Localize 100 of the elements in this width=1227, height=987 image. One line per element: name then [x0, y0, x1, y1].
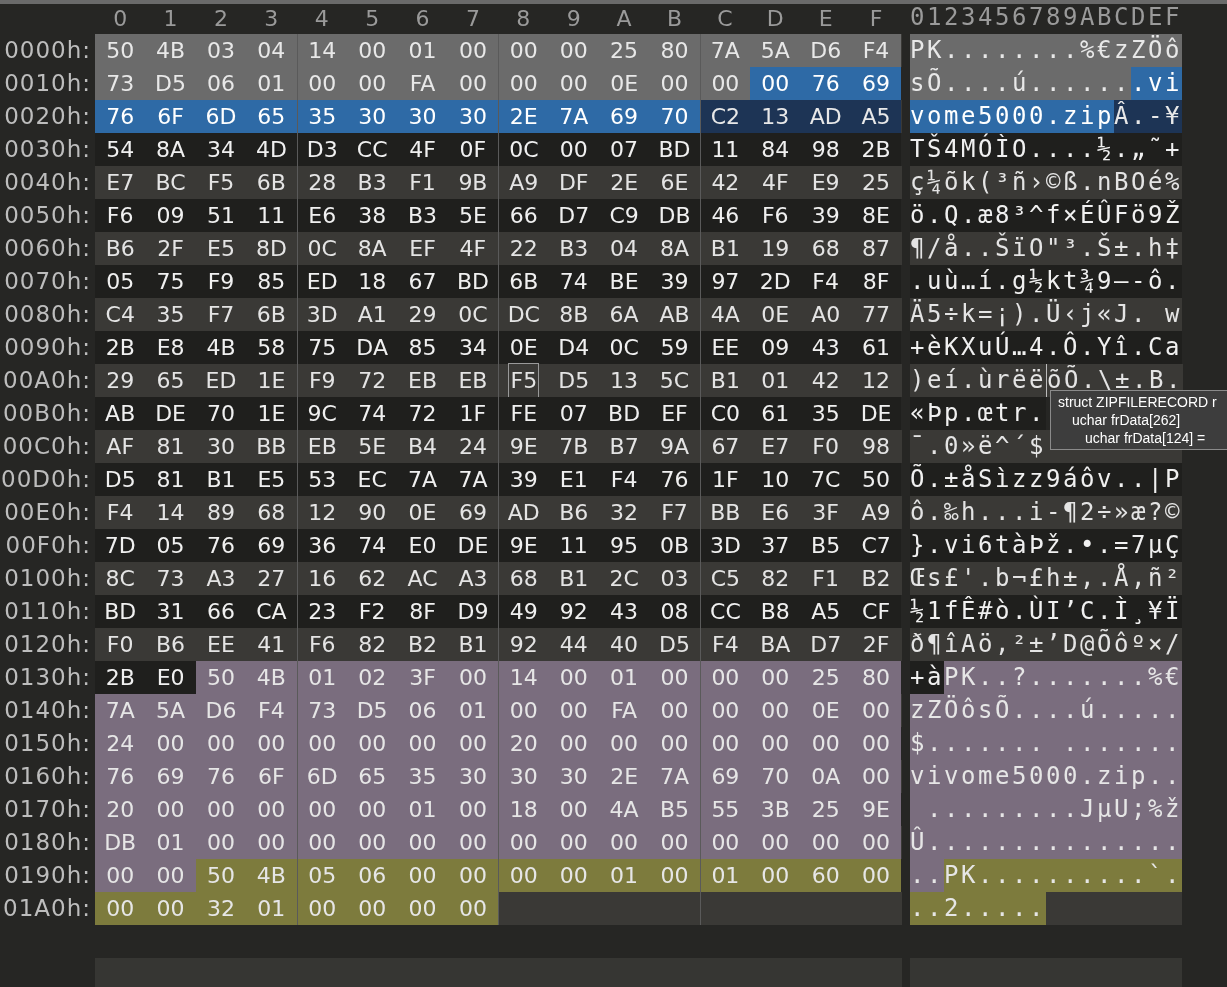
- hex-byte: 2E: [509, 103, 538, 131]
- hex-byte: 10: [761, 466, 790, 494]
- hex-byte: 06: [408, 697, 437, 725]
- hex-byte: 00: [660, 862, 689, 890]
- hex-byte: E0: [156, 664, 185, 692]
- hex-byte: AD: [507, 499, 540, 527]
- column-header: A: [616, 5, 632, 33]
- hex-byte: 04: [257, 37, 286, 65]
- hex-byte: 3F: [812, 499, 839, 527]
- hex-byte: A5: [861, 103, 891, 131]
- hex-byte: 76: [811, 70, 840, 98]
- hex-byte: 8B: [559, 301, 589, 329]
- hex-byte: 00: [559, 697, 588, 725]
- hex-byte: 85: [408, 334, 437, 362]
- hex-byte: 7A: [559, 103, 589, 131]
- hex-byte: D6: [205, 697, 237, 725]
- hex-byte: 2D: [759, 268, 791, 296]
- offset-label: 0090h:: [4, 333, 91, 362]
- hex-byte: AB: [659, 301, 690, 329]
- hex-byte: 30: [358, 103, 387, 131]
- hex-byte: 5E: [358, 433, 387, 461]
- hex-byte: 0E: [408, 499, 437, 527]
- hex-byte: 00: [761, 70, 790, 98]
- hex-byte: B7: [609, 433, 639, 461]
- hex-byte: 4F: [409, 136, 436, 164]
- hex-byte: 1F: [712, 466, 739, 494]
- hex-byte: A5: [811, 598, 841, 626]
- hex-byte: 70: [660, 103, 689, 131]
- hex-byte: 43: [811, 334, 840, 362]
- column-header: 1: [163, 5, 178, 33]
- hex-byte: 41: [257, 631, 286, 659]
- hex-byte: 38: [358, 202, 387, 230]
- hex-byte: D5: [104, 466, 136, 494]
- hex-byte: 50: [206, 664, 235, 692]
- hex-byte: 9E: [509, 532, 538, 560]
- hex-byte: 77: [862, 301, 891, 329]
- hex-byte: 00: [458, 37, 487, 65]
- hex-byte: 30: [408, 103, 437, 131]
- hex-byte: F9: [308, 367, 336, 395]
- hex-byte: 6B: [256, 169, 286, 197]
- hex-byte: 00: [761, 697, 790, 725]
- hex-byte: F6: [106, 202, 134, 230]
- column-header: 4: [314, 5, 329, 33]
- hex-byte: 0E: [811, 697, 840, 725]
- hex-byte: ED: [205, 367, 237, 395]
- hex-byte: F6: [308, 631, 336, 659]
- hex-byte: 32: [610, 499, 639, 527]
- offset-label: 0000h:: [4, 36, 91, 65]
- hex-byte: 35: [811, 400, 840, 428]
- hex-byte: 00: [458, 70, 487, 98]
- hex-byte: E6: [761, 499, 790, 527]
- hex-byte: 42: [711, 169, 740, 197]
- hex-byte: 20: [509, 730, 538, 758]
- hex-byte: F1: [409, 169, 436, 197]
- hex-byte: 00: [559, 829, 588, 857]
- hex-byte: D5: [659, 631, 690, 659]
- hex-byte: 4A: [710, 301, 740, 329]
- hex-byte: 5A: [760, 37, 790, 65]
- hex-byte: 00: [660, 70, 689, 98]
- hex-byte: 29: [408, 301, 437, 329]
- hex-byte: 00: [711, 664, 740, 692]
- hex-byte: F6: [761, 202, 789, 230]
- hex-byte: 85: [257, 268, 286, 296]
- hex-byte: 35: [156, 301, 185, 329]
- hex-byte: EF: [661, 400, 688, 428]
- hex-byte: 31: [156, 598, 185, 626]
- hex-byte: 00: [711, 829, 740, 857]
- hex-byte: 81: [156, 466, 185, 494]
- hex-byte: F4: [258, 697, 285, 725]
- hex-byte: 68: [257, 499, 286, 527]
- hex-byte: 0E: [509, 334, 538, 362]
- hex-byte: C5: [710, 565, 741, 593]
- hex-byte: 66: [509, 202, 538, 230]
- hex-byte: 00: [761, 730, 790, 758]
- ascii-text: PK..........`.: [944, 859, 1182, 892]
- hex-byte: D6: [810, 37, 842, 65]
- hex-byte: 9C: [307, 400, 337, 428]
- column-header: 7: [465, 5, 480, 33]
- tooltip-text: struct ZIPFILERECORD r: [1058, 394, 1217, 410]
- offset-label: 0190h:: [4, 861, 91, 890]
- hex-byte: 00: [308, 895, 337, 923]
- hex-byte: 3D: [709, 532, 741, 560]
- column-header: D: [766, 5, 784, 33]
- hex-byte: 6F: [157, 103, 184, 131]
- hex-byte: 24: [458, 433, 487, 461]
- hex-byte: 65: [156, 367, 185, 395]
- hex-byte: DB: [658, 202, 691, 230]
- hex-byte: 3F: [409, 664, 436, 692]
- hex-byte: DC: [507, 301, 540, 329]
- hex-byte: 82: [761, 565, 790, 593]
- hex-byte: 00: [509, 37, 538, 65]
- hex-byte: 12: [862, 367, 891, 395]
- hex-byte: 01: [711, 862, 740, 890]
- ascii-text: PK..?.......%€: [944, 661, 1182, 694]
- hex-byte: DE: [860, 400, 892, 428]
- hex-byte: 00: [811, 829, 840, 857]
- hex-byte: 00: [206, 829, 235, 857]
- hex-byte: 1F: [459, 400, 487, 428]
- hex-byte: 2C: [609, 565, 639, 593]
- hex-byte: 69: [862, 70, 891, 98]
